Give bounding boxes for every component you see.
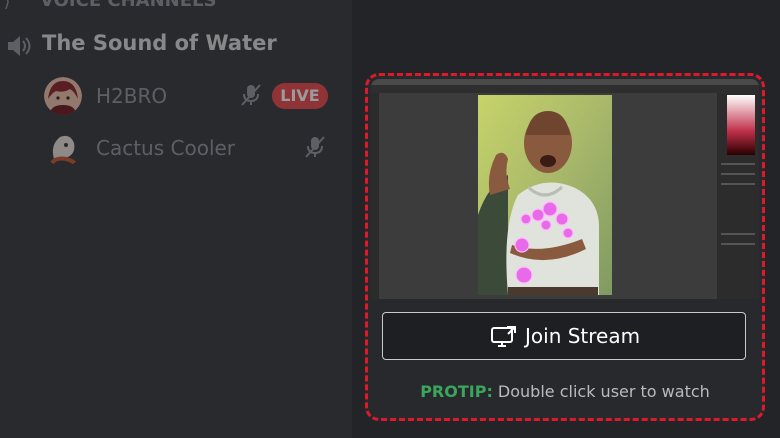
category-label: VOICE CHANNELS bbox=[40, 0, 217, 11]
panel-divider bbox=[721, 243, 755, 245]
preview-photo bbox=[478, 95, 612, 295]
join-stream-button[interactable]: Join Stream bbox=[382, 312, 746, 360]
screen-share-icon bbox=[491, 326, 516, 347]
channel-sidebar: ⟩ VOICE CHANNELS The Sound of Water H2BR… bbox=[0, 0, 352, 438]
voice-channel-name: The Sound of Water bbox=[42, 31, 277, 55]
panel-divider bbox=[721, 183, 755, 185]
preview-toolbar bbox=[371, 93, 379, 299]
avatar bbox=[44, 129, 82, 167]
panel-divider bbox=[721, 233, 755, 235]
panel-divider bbox=[721, 173, 755, 175]
voice-user-h2bro[interactable]: H2BRO LIVE bbox=[44, 77, 344, 117]
voice-user-name: Cactus Cooler bbox=[96, 136, 236, 160]
preview-optionsbar bbox=[371, 85, 759, 93]
stream-preview[interactable] bbox=[371, 79, 759, 299]
color-picker-swatch bbox=[727, 95, 755, 155]
stream-preview-panel[interactable]: Join Stream PROTIP: Double click user to… bbox=[365, 73, 765, 421]
mic-muted-icon bbox=[305, 136, 325, 158]
protip-body: Double click user to watch bbox=[492, 382, 710, 401]
live-badge: LIVE bbox=[272, 83, 328, 109]
mic-muted-icon bbox=[241, 84, 261, 106]
voice-user-cactus-cooler[interactable]: Cactus Cooler bbox=[44, 129, 344, 169]
category-chevron-icon: ⟩ bbox=[4, 0, 11, 11]
avatar bbox=[44, 77, 82, 115]
panel-divider bbox=[721, 163, 755, 165]
voice-channel-item[interactable]: The Sound of Water bbox=[0, 28, 352, 64]
voice-user-name: H2BRO bbox=[96, 84, 168, 108]
protip-text: PROTIP: Double click user to watch bbox=[368, 382, 762, 401]
protip-prefix: PROTIP: bbox=[420, 382, 493, 401]
preview-panels bbox=[717, 93, 759, 299]
speaker-icon bbox=[8, 36, 31, 56]
join-stream-label: Join Stream bbox=[525, 324, 641, 348]
